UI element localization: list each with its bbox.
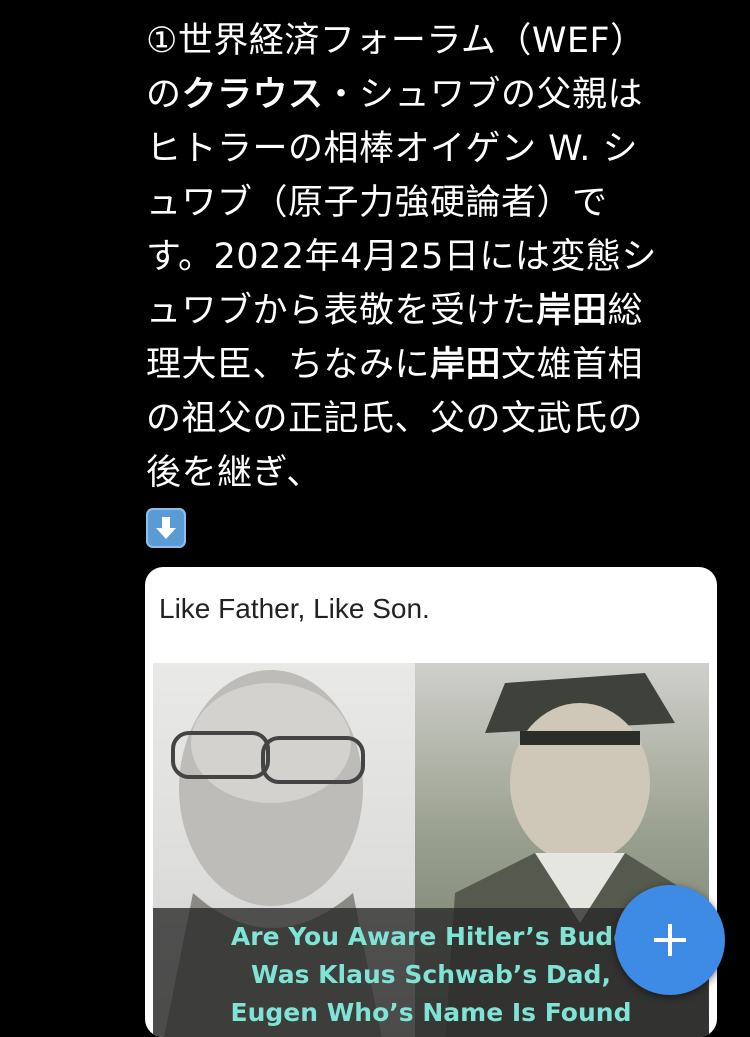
post-line: ュワブから表敬を受けた岸田総 (146, 284, 726, 338)
post-text-span: ①世界経済フォーラム（WEF） (146, 21, 646, 61)
post-text-span: 文雄首相 (501, 345, 644, 385)
highlight-keyword: クラウス (181, 75, 324, 115)
post-line: す。2022年4月25日には変態シ (146, 230, 726, 284)
down-arrow-icon (146, 508, 186, 548)
post-line: ①世界経済フォーラム（WEF） (146, 14, 726, 68)
post-text-span: ヒトラーの相棒オイゲン W. シ (146, 129, 638, 169)
highlight-keyword: 岸田 (536, 291, 608, 331)
post-line: のクラウス・シュワブの父親は (146, 68, 726, 122)
post-line: ュワブ（原子力強硬論者）で (146, 176, 726, 230)
post-line: 後を継ぎ、 (146, 446, 726, 500)
post-line: の祖父の正記氏、父の文武氏の (146, 392, 726, 446)
post-text-span: 総 (607, 291, 644, 331)
post-body: ①世界経済フォーラム（WEF） のクラウス・シュワブの父親は ヒトラーの相棒オイ… (146, 14, 726, 564)
post-line: 理大臣、ちなみに岸田文雄首相 (146, 338, 726, 392)
post-text-span: 理大臣、ちなみに (146, 345, 431, 385)
post-text-span: ュワブから表敬を受けた (146, 291, 537, 331)
compose-fab-button[interactable] (615, 885, 725, 995)
plus-icon (654, 924, 686, 956)
post-text-span: の祖父の正記氏、父の文武氏の (146, 399, 644, 439)
card-photo[interactable]: Are You Aware Hitler’s Budd Was Klaus Sc… (153, 663, 709, 1037)
post-text-span: の (146, 75, 182, 115)
post-text-span: ・シュワブの父親は (323, 75, 644, 115)
post-text-span: ュワブ（原子力強硬論者）で (146, 183, 608, 223)
post-text-span: 後を継ぎ、 (146, 453, 322, 493)
highlight-keyword: 岸田 (430, 345, 502, 385)
card-caption: Like Father, Like Son. (159, 593, 430, 624)
post-text-span: す。2022年4月25日には変態シ (146, 237, 657, 277)
post-line: ヒトラーの相棒オイゲン W. シ (146, 122, 726, 176)
